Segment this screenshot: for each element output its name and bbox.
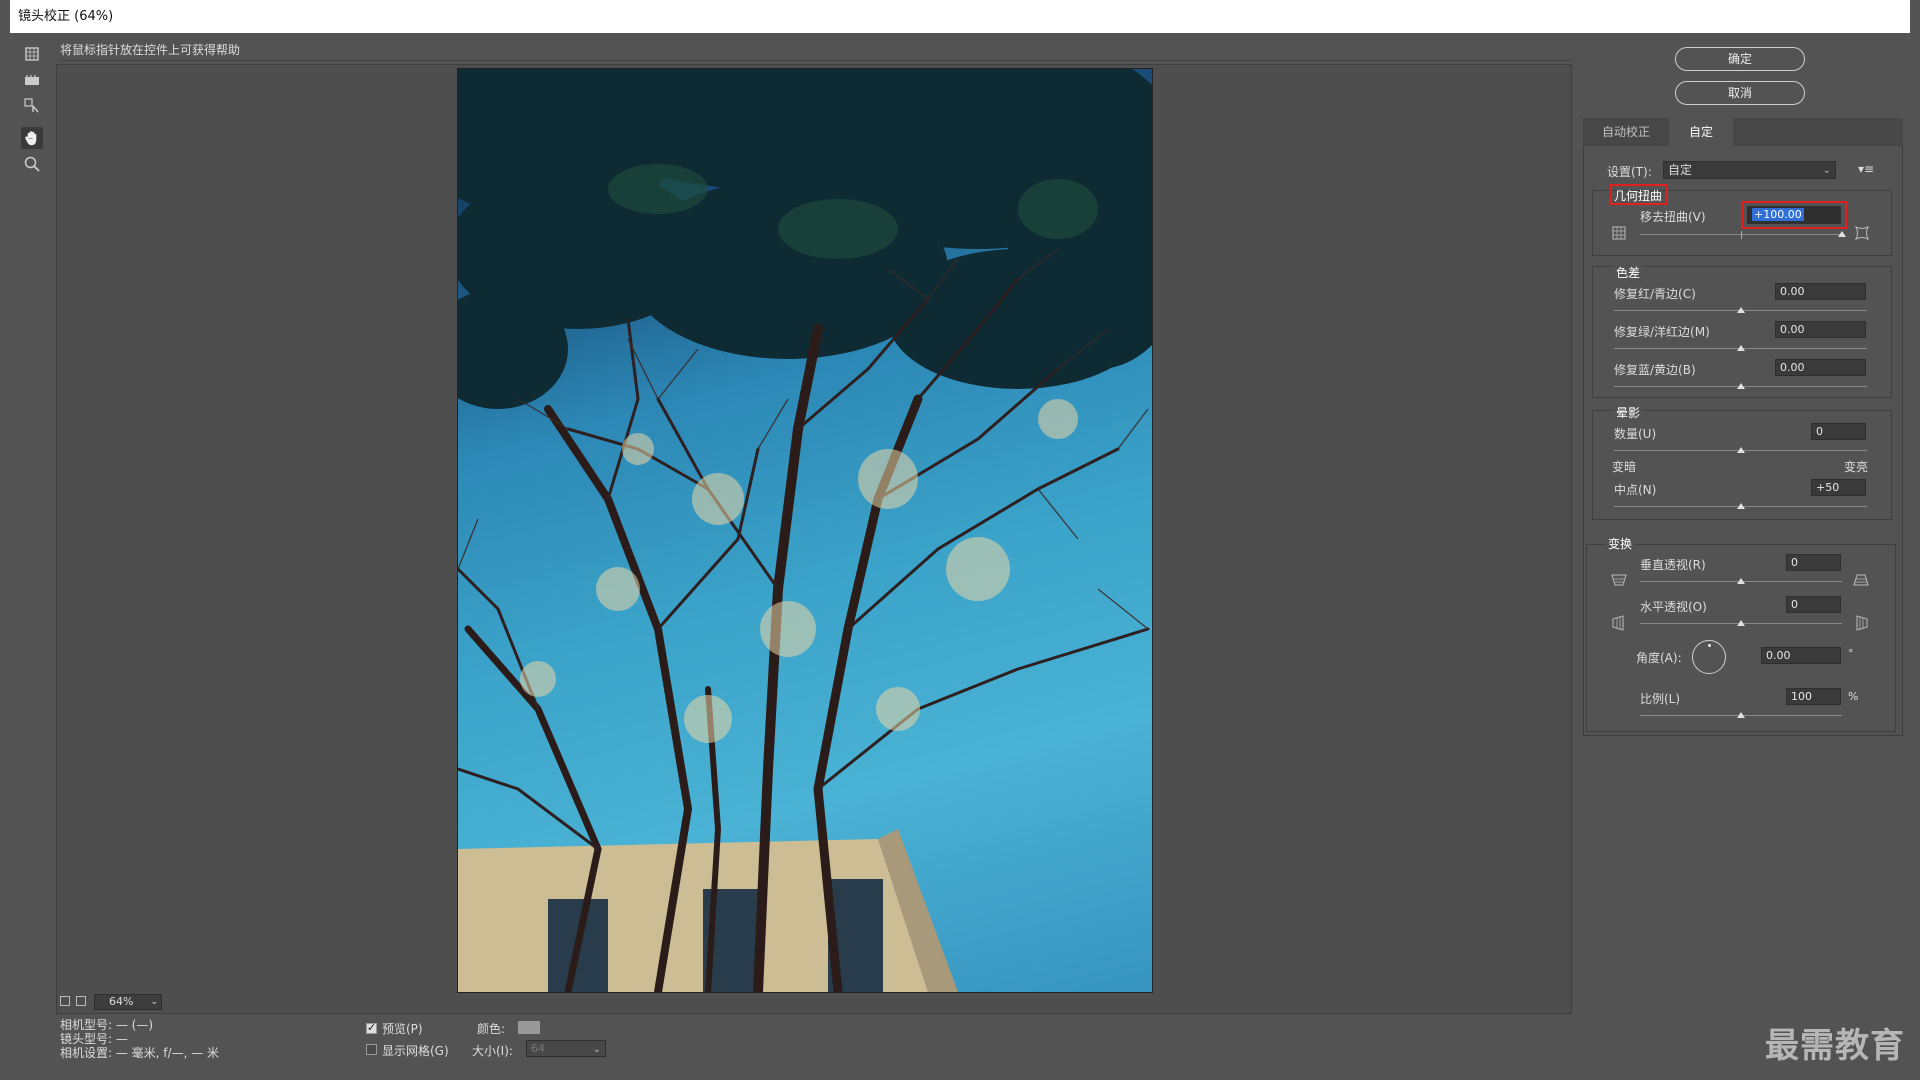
- show-grid-checkbox[interactable]: [366, 1044, 377, 1055]
- angle-label: 角度(A):: [1636, 651, 1682, 665]
- camera-info: 相机型号: — (—) 镜头型号: — 相机设置: — 毫米, f/—, — 米: [60, 1018, 219, 1060]
- watermark: 最需教育: [1765, 1026, 1905, 1066]
- vignette-amount-field[interactable]: 0: [1811, 423, 1866, 440]
- move-grid-tool-icon[interactable]: [21, 95, 43, 117]
- angle-dial-indicator: [1708, 644, 1711, 647]
- show-grid-label: 显示网格(G): [382, 1044, 449, 1058]
- scale-label: 比例(L): [1640, 692, 1681, 706]
- scale-slider[interactable]: [1640, 712, 1842, 720]
- grid-color-swatch[interactable]: [518, 1021, 540, 1034]
- fix-blue-yellow-field[interactable]: 0.00: [1775, 359, 1866, 376]
- vignette-midpoint-slider[interactable]: [1614, 503, 1867, 511]
- tab-auto-correction[interactable]: 自动校正: [1583, 118, 1669, 146]
- settings-label: 设置(T):: [1607, 165, 1652, 179]
- horizontal-perspective-slider[interactable]: [1640, 620, 1842, 628]
- fix-blue-yellow-label: 修复蓝/黄边(B): [1614, 363, 1696, 377]
- zoom-tool-icon[interactable]: [21, 153, 43, 175]
- chevron-down-icon: ⌄: [592, 1044, 601, 1055]
- vignette-midpoint-label: 中点(N): [1614, 483, 1657, 497]
- fix-green-magenta-field[interactable]: 0.00: [1775, 321, 1866, 338]
- vignette-amount-label: 数量(U): [1614, 427, 1657, 441]
- horizontal-perspective-field[interactable]: 0: [1786, 596, 1841, 613]
- fix-red-cyan-field[interactable]: 0.00: [1775, 283, 1866, 300]
- scale-unit: %: [1848, 690, 1859, 703]
- remove-distortion-tool-icon[interactable]: [21, 43, 43, 65]
- pincushion-icon: [1612, 226, 1626, 243]
- zoom-level-select[interactable]: 64% ⌄: [94, 994, 162, 1010]
- remove-distortion-field[interactable]: +100.00: [1747, 206, 1841, 224]
- color-label: 颜色:: [477, 1022, 506, 1036]
- chevron-down-icon: ⌄: [150, 997, 158, 1007]
- vignette-amount-slider[interactable]: [1614, 447, 1867, 455]
- settings-select[interactable]: 自定 ⌄: [1663, 161, 1836, 179]
- chromatic-aberration-title: 色差: [1614, 264, 1643, 281]
- tab-custom[interactable]: 自定: [1669, 118, 1733, 146]
- grid-size-select[interactable]: 64 ⌄: [526, 1040, 606, 1057]
- scale-field[interactable]: 100: [1786, 688, 1841, 705]
- preview-image[interactable]: [457, 68, 1153, 993]
- vignette-title: 晕影: [1614, 404, 1643, 421]
- hand-tool-icon[interactable]: [21, 127, 43, 149]
- vertical-perspective-label: 垂直透视(R): [1640, 558, 1706, 572]
- vertical-perspective-right-icon: [1853, 573, 1869, 590]
- preview-label: 预览(P): [382, 1022, 423, 1036]
- camera-settings: 相机设置: — 毫米, f/—, — 米: [60, 1046, 220, 1060]
- geometric-distortion-title: 几何扭曲: [1614, 189, 1663, 203]
- camera-model: 相机型号: — (—): [60, 1018, 154, 1032]
- remove-distortion-value: +100.00: [1752, 208, 1804, 221]
- transform-section: [1586, 544, 1896, 732]
- panel-tabs: 自动校正 自定: [1583, 118, 1903, 146]
- zoom-in-icon[interactable]: [76, 996, 86, 1006]
- fix-green-magenta-label: 修复绿/洋红边(M): [1614, 325, 1710, 339]
- settings-menu-icon[interactable]: ▾≡: [1858, 162, 1874, 176]
- chevron-down-icon: ⌄: [1822, 165, 1831, 176]
- fix-red-cyan-label: 修复红/青边(C): [1614, 287, 1696, 301]
- angle-unit: °: [1848, 647, 1854, 660]
- remove-distortion-slider[interactable]: [1640, 231, 1846, 239]
- zoom-out-icon[interactable]: [60, 996, 70, 1006]
- help-hint: 将鼠标指针放在控件上可获得帮助: [58, 40, 1572, 61]
- darken-label: 变暗: [1612, 460, 1637, 474]
- horizontal-perspective-label: 水平透视(O): [1640, 600, 1707, 614]
- vertical-perspective-left-icon: [1611, 573, 1627, 590]
- vertical-perspective-field[interactable]: 0: [1786, 554, 1841, 571]
- horizontal-perspective-right-icon: [1855, 615, 1869, 634]
- vignette-midpoint-field[interactable]: +50: [1811, 479, 1866, 496]
- ok-button[interactable]: 确定: [1675, 47, 1805, 71]
- remove-distortion-label: 移去扭曲(V): [1640, 210, 1706, 224]
- barrel-icon: [1854, 225, 1870, 243]
- fix-red-cyan-slider[interactable]: [1614, 307, 1867, 315]
- fix-blue-yellow-slider[interactable]: [1614, 383, 1867, 391]
- lighten-label: 变亮: [1844, 460, 1869, 474]
- angle-field[interactable]: 0.00: [1761, 647, 1841, 664]
- settings-value: 自定: [1668, 163, 1693, 177]
- size-label: 大小(I):: [472, 1044, 513, 1058]
- horizontal-perspective-left-icon: [1611, 615, 1625, 634]
- cancel-button[interactable]: 取消: [1675, 81, 1805, 105]
- preview-checkbox[interactable]: [366, 1021, 377, 1034]
- straighten-tool-icon[interactable]: [21, 69, 43, 91]
- transform-title: 变换: [1606, 535, 1635, 552]
- fix-green-magenta-slider[interactable]: [1614, 345, 1867, 353]
- angle-dial[interactable]: [1692, 640, 1726, 674]
- vertical-perspective-slider[interactable]: [1640, 578, 1842, 586]
- tool-bar: [10, 33, 54, 1080]
- zoom-level-value: 64%: [109, 995, 134, 1008]
- grid-size-value: 64: [531, 1042, 545, 1055]
- lens-model: 镜头型号: —: [60, 1032, 128, 1046]
- status-bar: 64% ⌄: [56, 991, 1570, 1013]
- window-title: 镜头校正 (64%): [10, 0, 1910, 33]
